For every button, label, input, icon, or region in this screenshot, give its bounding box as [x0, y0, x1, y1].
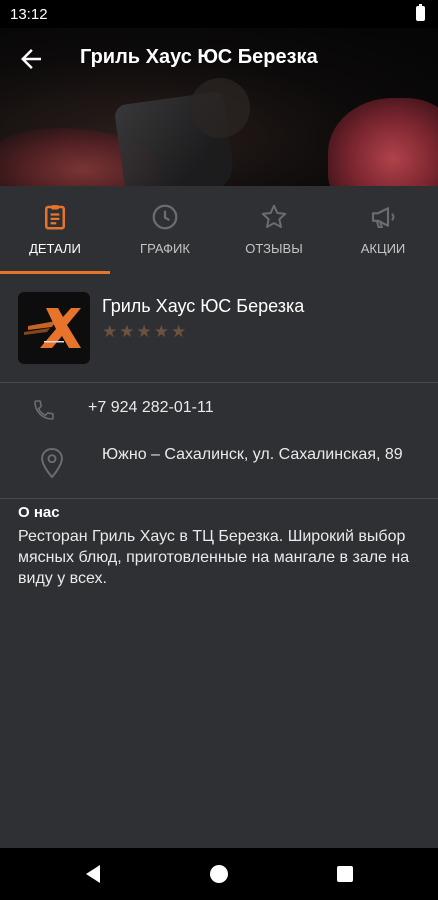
tab-bar: ДЕТАЛИ ГРАФИК ОТЗЫВЫ АКЦИИ: [0, 186, 438, 274]
phone-link[interactable]: +7 924 282-01-11: [88, 399, 214, 417]
divider: [0, 498, 438, 499]
about-description: Ресторан Гриль Хаус в ТЦ Березка. Широки…: [18, 528, 410, 587]
tab-reviews[interactable]: ОТЗЫВЫ: [219, 186, 329, 274]
star-icon: [261, 204, 287, 228]
megaphone-icon: [371, 207, 395, 228]
tab-details[interactable]: ДЕТАЛИ: [0, 186, 110, 274]
status-time: 13:12: [10, 6, 48, 23]
tab-details-label: ДЕТАЛИ: [29, 241, 81, 256]
about-heading: О нас: [18, 504, 60, 521]
back-arrow-icon[interactable]: [16, 44, 46, 74]
phone-icon: [34, 400, 54, 420]
hero-meat-right: [328, 98, 438, 186]
tab-reviews-label: ОТЗЫВЫ: [245, 241, 303, 256]
clipboard-icon: [45, 205, 65, 230]
logo-x-mark: [24, 308, 81, 348]
tab-promotions-label: АКЦИИ: [360, 241, 406, 256]
rating-stars: ★★★★★: [102, 322, 189, 341]
details-panel: Гриль Хаус ЮС Березка ★★★★★ +7 924 282-0…: [0, 274, 438, 848]
page-title: Гриль Хаус ЮС Березка: [80, 46, 318, 68]
location-pin-icon: [41, 448, 63, 479]
restaurant-name: Гриль Хаус ЮС Березка: [102, 296, 305, 316]
tab-promotions[interactable]: АКЦИИ: [328, 186, 438, 274]
tab-schedule-label: ГРАФИК: [140, 241, 190, 256]
clock-icon: [152, 204, 178, 230]
nav-recent-apps-icon[interactable]: [337, 866, 353, 882]
battery-icon: [416, 4, 425, 21]
tab-schedule[interactable]: ГРАФИК: [110, 186, 220, 274]
hero-hand: [190, 78, 250, 138]
divider: [0, 382, 438, 383]
nav-back-icon[interactable]: [84, 864, 102, 884]
address-text[interactable]: Южно – Сахалинск, ул. Сахалинская, 89: [102, 444, 412, 466]
status-bar: 13:12: [0, 0, 438, 28]
restaurant-logo: [18, 292, 90, 364]
nav-home-icon[interactable]: [210, 865, 228, 883]
system-nav-bar: [0, 848, 438, 900]
